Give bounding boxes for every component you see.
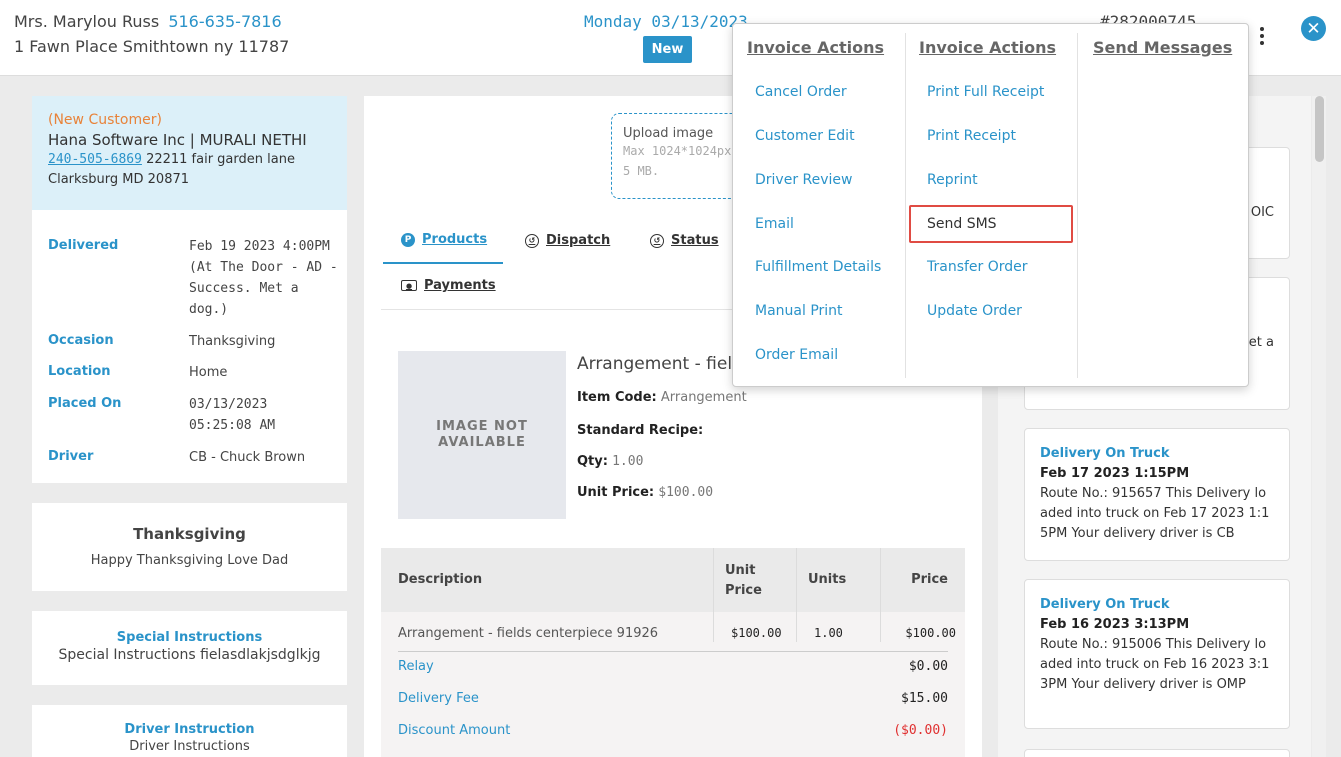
- history-icon: ↺: [650, 233, 664, 248]
- menu-item-driver-review[interactable]: Driver Review: [755, 172, 852, 188]
- customer-name: Mrs. Marylou Russ: [14, 12, 160, 31]
- detail-value: CB - Chuck Brown: [189, 450, 306, 465]
- line-item-unit-price: $100.00: [731, 626, 782, 640]
- driver-instruction-title: Driver Instruction: [124, 722, 255, 737]
- detail-label: Occasion: [48, 333, 114, 348]
- menu-item-reprint[interactable]: Reprint: [927, 172, 978, 188]
- special-instructions-text: Special Instructions fielasdlakjsdglkjg: [58, 647, 321, 663]
- tab-label: Payments: [424, 278, 496, 293]
- col-divider: [880, 548, 881, 612]
- upload-image-dropzone[interactable]: Upload image Max 1024*1024px, 5 MB.: [611, 113, 751, 199]
- tab-payments[interactable]: ● Payments: [401, 278, 496, 293]
- upload-title: Upload image: [623, 126, 714, 141]
- active-tab-indicator: [383, 262, 503, 264]
- col-unit-price: Unit Price: [725, 563, 762, 598]
- detail-label: Placed On: [48, 396, 122, 411]
- timeline-date: Feb 16 2023 3:13PM: [1040, 617, 1190, 632]
- menu-item-print-receipt[interactable]: Print Receipt: [927, 128, 1016, 144]
- tab-status[interactable]: ↺ Status: [650, 233, 719, 248]
- actions-dropdown-menu: Invoice Actions Cancel Order Customer Ed…: [732, 23, 1249, 387]
- menu-item-email[interactable]: Email: [755, 216, 794, 232]
- customer-card-phone-link[interactable]: 240-505-6869: [48, 152, 142, 167]
- scrollbar-thumb[interactable]: [1315, 96, 1324, 162]
- menu-divider: [905, 33, 906, 378]
- card-message: Happy Thanksgiving Love Dad: [90, 553, 289, 568]
- product-item-code: Item Code: Arrangement: [577, 390, 747, 405]
- p-circle-icon: P: [401, 232, 415, 247]
- detail-value: Feb 19 2023 4:00PM (At The Door - AD - S…: [189, 239, 338, 317]
- more-actions-icon[interactable]: [1254, 24, 1270, 48]
- status-badge: New: [643, 36, 692, 63]
- timeline-card: [1024, 749, 1290, 757]
- menu-item-fulfillment-details[interactable]: Fulfillment Details: [755, 259, 881, 275]
- customer-address: 1 Fawn Place Smithtown ny 11787: [14, 37, 290, 56]
- customer-phone-link[interactable]: 516-635-7816: [168, 12, 281, 31]
- invoice-table-header: Description Unit Price Units Price: [381, 548, 965, 612]
- menu-item-update-order[interactable]: Update Order: [927, 303, 1022, 319]
- special-instructions-card: Special Instructions Special Instruction…: [32, 611, 347, 685]
- timeline-title: Delivery On Truck: [1040, 597, 1170, 612]
- line-item-description: Arrangement - fields centerpiece 91926: [398, 626, 659, 641]
- menu-item-cancel-order[interactable]: Cancel Order: [755, 84, 847, 100]
- tab-products[interactable]: P Products: [401, 232, 487, 247]
- customer-company: Hana Software Inc | MURALI NETHI: [48, 131, 307, 149]
- detail-label: Location: [48, 364, 111, 379]
- timeline-body: Route No.: 915657 This Delivery loaded i…: [1040, 486, 1270, 541]
- occasion-title: Thanksgiving: [133, 525, 246, 543]
- driver-instruction-card: Driver Instruction Driver Instructions: [32, 705, 347, 757]
- special-instructions-title: Special Instructions: [116, 630, 263, 645]
- close-icon[interactable]: ✕: [1301, 16, 1326, 41]
- customer-name-line: Mrs. Marylou Russ 516-635-7816: [14, 12, 282, 31]
- driver-instruction-text: Driver Instructions: [129, 739, 250, 754]
- col-units: Units: [808, 572, 847, 587]
- timeline-card: Delivery On Truck Feb 16 2023 3:13PM Rou…: [1024, 579, 1290, 729]
- new-customer-tag: (New Customer): [48, 112, 162, 128]
- customer-card: (New Customer) Hana Software Inc | MURAL…: [32, 96, 347, 210]
- timeline-body: Route No.: 915006 This Delivery loaded i…: [1040, 637, 1270, 692]
- order-date: Monday 03/13/2023: [584, 12, 748, 31]
- customer-card-city: Clarksburg MD 20871: [48, 172, 190, 187]
- menu-item-print-full-receipt[interactable]: Print Full Receipt: [927, 84, 1044, 100]
- money-icon: ●: [401, 280, 417, 291]
- detail-value: Home: [189, 365, 228, 380]
- tab-label: Products: [422, 232, 488, 247]
- detail-label: Driver: [48, 449, 94, 464]
- menu-heading-invoice-actions: Invoice Actions: [747, 38, 885, 57]
- upload-hint: Max 1024*1024px, 5 MB.: [623, 144, 739, 178]
- tab-label: Status: [671, 233, 719, 248]
- product-unit-price: Unit Price: $100.00: [577, 485, 714, 500]
- line-item-price: $100.00: [905, 626, 956, 640]
- detail-label: Delivered: [48, 238, 119, 253]
- timeline-card: Delivery On Truck Feb 17 2023 1:15PM Rou…: [1024, 428, 1290, 561]
- menu-heading-invoice-actions-2: Invoice Actions: [919, 38, 1057, 57]
- tab-dispatch[interactable]: ↺ Dispatch: [525, 233, 610, 248]
- col-divider: [796, 548, 797, 612]
- line-item-units: 1.00: [814, 626, 843, 640]
- menu-item-manual-print[interactable]: Manual Print: [755, 303, 843, 319]
- menu-item-transfer-order[interactable]: Transfer Order: [927, 259, 1028, 275]
- menu-heading-send-messages: Send Messages: [1093, 38, 1233, 57]
- tab-label: Dispatch: [546, 233, 611, 248]
- scrollbar-track[interactable]: [1312, 96, 1326, 757]
- col-description: Description: [398, 572, 483, 587]
- product-qty: Qty: 1.00: [577, 454, 644, 469]
- history-icon: ↺: [525, 233, 539, 248]
- menu-item-send-sms[interactable]: Send SMS: [927, 216, 997, 232]
- menu-item-order-email[interactable]: Order Email: [755, 347, 838, 363]
- product-image-placeholder: IMAGE NOT AVAILABLE: [398, 351, 566, 519]
- order-details-card: Delivered Feb 19 2023 4:00PM (At The Doo…: [32, 210, 347, 483]
- detail-value: Thanksgiving: [189, 334, 276, 349]
- timeline-date: Feb 17 2023 1:15PM: [1040, 466, 1190, 481]
- occasion-card: Thanksgiving Happy Thanksgiving Love Dad: [32, 503, 347, 591]
- product-recipe: Standard Recipe:: [577, 423, 704, 438]
- menu-item-customer-edit[interactable]: Customer Edit: [755, 128, 855, 144]
- detail-value: 03/13/2023 05:25:08 AM: [189, 397, 276, 433]
- col-divider: [713, 548, 714, 612]
- timeline-title: Delivery On Truck: [1040, 446, 1170, 461]
- menu-divider: [1077, 33, 1078, 378]
- invoice-table-body: Arrangement - fields centerpiece 91926 $…: [381, 612, 965, 757]
- col-price: Price: [911, 572, 948, 587]
- customer-card-address: 22211 fair garden lane: [146, 152, 295, 167]
